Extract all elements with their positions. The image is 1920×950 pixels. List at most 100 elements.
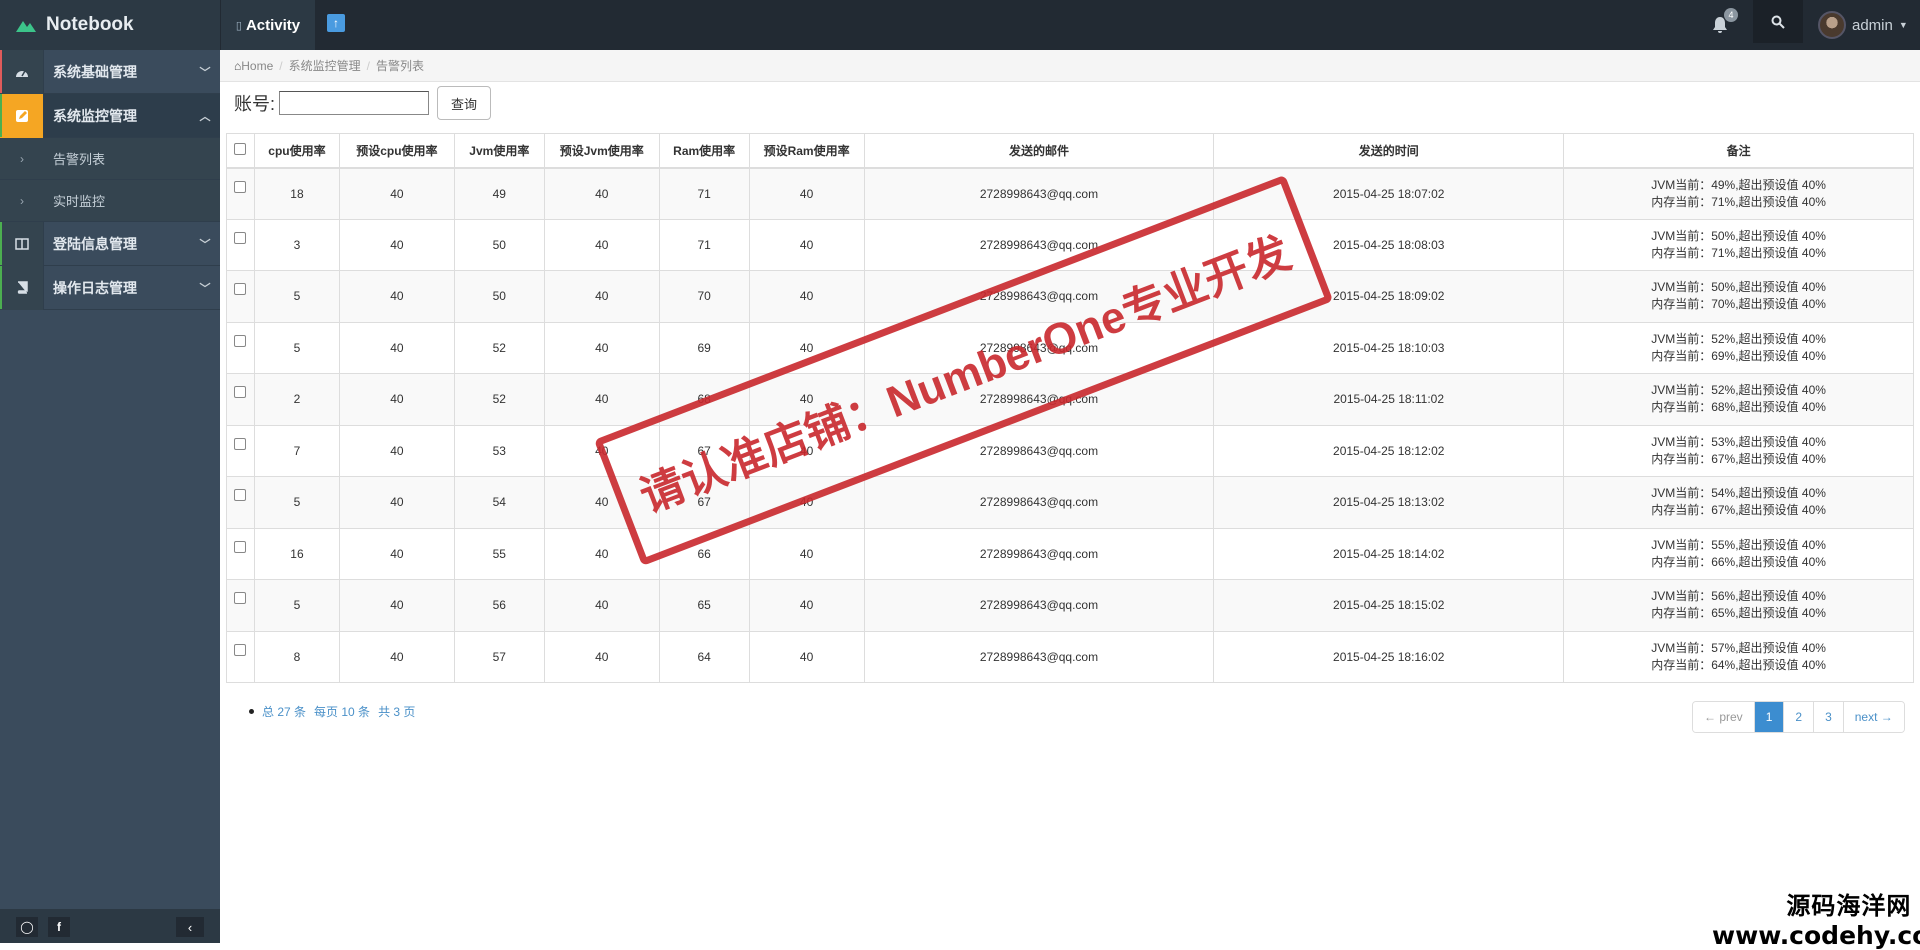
- search-icon: [1771, 15, 1785, 29]
- sidebar-item-label: 操作日志管理: [53, 279, 137, 296]
- row-select-cell: [226, 373, 255, 426]
- cell-email: 2728998643@qq.com: [863, 218, 1215, 271]
- row-checkbox[interactable]: [234, 643, 247, 656]
- chevron-right-icon: ›: [20, 151, 24, 166]
- table-row[interactable]: 5 40 52 40 69 40 2728998643@qq.com 2015-04-25 1…: [226, 321, 1914, 374]
- note-line: 内存当前：67%,超出预设值 40%: [1651, 503, 1826, 518]
- select-all-checkbox[interactable]: [234, 142, 247, 155]
- user-menu[interactable]: admin ▼: [1818, 0, 1908, 50]
- cell-cpu: 18: [253, 167, 340, 220]
- column-header[interactable]: 预设Ram使用率: [748, 133, 865, 169]
- collapse-sidebar-button[interactable]: ‹: [176, 917, 204, 937]
- tab-activity[interactable]: ▯ Activity: [221, 0, 315, 50]
- cell-ram: 67: [658, 476, 750, 529]
- row-checkbox[interactable]: [234, 489, 247, 501]
- search-button[interactable]: [1753, 0, 1803, 43]
- column-header[interactable]: 备注: [1563, 133, 1914, 169]
- row-checkbox[interactable]: [234, 180, 247, 193]
- column-header[interactable]: 发送的时间: [1213, 133, 1565, 169]
- column-header[interactable]: 发送的邮件: [863, 133, 1215, 169]
- account-label: 账号:: [234, 94, 276, 114]
- chat-icon[interactable]: ◯: [16, 917, 38, 937]
- table-row[interactable]: 5 40 54 40 67 40 2728998643@qq.com 2015-04-25 1…: [226, 476, 1914, 529]
- tab-activity-label: Activity: [245, 16, 301, 34]
- watermark-line2: www.codehy.com: [1712, 921, 1920, 950]
- site-watermark: 源码海洋网 www.codehy.com: [1712, 886, 1920, 950]
- sidebar-item-operation-log[interactable]: 操作日志管理 ﹀: [0, 265, 220, 310]
- row-checkbox[interactable]: [234, 437, 247, 450]
- cell-jvm: 57: [453, 630, 545, 683]
- row-select-cell: [226, 630, 255, 683]
- cell-note: JVM当前：55%,超出预设值 40% 内存当前：66%,超出预设值 40%: [1563, 527, 1914, 580]
- table-row[interactable]: 5 40 50 40 70 40 2728998643@qq.com 2015-04-25 1…: [226, 270, 1914, 323]
- cell-cpu-set: 40: [338, 167, 455, 220]
- sidebar-item-system-basic[interactable]: 系统基础管理 ﹀: [0, 49, 220, 94]
- brand-name: Notebook: [46, 14, 134, 35]
- sidebar-item-login-info[interactable]: 登陆信息管理 ﹀: [0, 221, 220, 266]
- row-checkbox[interactable]: [234, 386, 247, 398]
- cell-cpu-set: 40: [338, 270, 455, 323]
- cell-cpu: 3: [253, 218, 340, 271]
- table-row[interactable]: 7 40 53 40 67 40 2728998643@qq.com 2015-04-25 1…: [226, 424, 1914, 477]
- cell-jvm-set: 40: [543, 373, 660, 426]
- next-page-button[interactable]: next →: [1843, 702, 1904, 732]
- page-count: 共 3 页: [378, 705, 416, 719]
- sidebar-item-label: 告警列表: [53, 152, 106, 167]
- row-checkbox[interactable]: [234, 231, 247, 244]
- cell-ram: 69: [658, 321, 750, 374]
- cell-cpu-set: 40: [338, 527, 455, 580]
- page-button[interactable]: 3: [1814, 702, 1844, 732]
- cell-cpu: 5: [253, 321, 340, 374]
- note-line: JVM当前：50%,超出预设值 40%: [1651, 228, 1826, 243]
- column-header[interactable]: 预设Jvm使用率: [543, 133, 660, 169]
- breadcrumb-home[interactable]: Home: [241, 59, 273, 73]
- cell-jvm: 52: [453, 373, 545, 426]
- row-checkbox[interactable]: [234, 334, 247, 347]
- table-row[interactable]: 2 40 52 40 68 40 2728998643@qq.com 2015-04-25 1…: [226, 373, 1914, 426]
- brand[interactable]: Notebook: [0, 0, 220, 50]
- sidebar-item-system-monitor[interactable]: 系统监控管理 ︿: [0, 93, 220, 138]
- table-row[interactable]: 16 40 55 40 66 40 2728998643@qq.com 2015-04-25 …: [226, 527, 1914, 580]
- table-row[interactable]: 8 40 57 40 64 40 2728998643@qq.com 2015-04-25 1…: [226, 630, 1914, 683]
- sidebar-item-label: 系统监控管理: [53, 107, 137, 124]
- cell-note: JVM当前：49%,超出预设值 40% 内存当前：71%,超出预设值 40%: [1563, 167, 1914, 220]
- note-line: JVM当前：56%,超出预设值 40%: [1651, 589, 1826, 604]
- prev-page-button[interactable]: ← prev: [1693, 702, 1755, 732]
- row-checkbox[interactable]: [234, 592, 247, 604]
- sidebar-footer: ◯ f ‹: [0, 909, 220, 943]
- row-checkbox[interactable]: [234, 283, 247, 295]
- cell-email: 2728998643@qq.com: [863, 424, 1215, 477]
- facebook-icon[interactable]: f: [48, 917, 70, 937]
- cell-ram-set: 40: [748, 424, 865, 477]
- note-line: JVM当前：53%,超出预设值 40%: [1651, 434, 1826, 449]
- column-header[interactable]: 预设cpu使用率: [338, 133, 455, 169]
- sidebar-item-label: 系统基础管理: [53, 63, 137, 80]
- page-button[interactable]: 2: [1784, 702, 1815, 732]
- column-header[interactable]: cpu使用率: [253, 133, 340, 169]
- notifications-button[interactable]: 4: [1710, 8, 1740, 38]
- page-button[interactable]: 1: [1754, 702, 1785, 732]
- row-select-cell: [226, 167, 255, 220]
- cell-ram: 65: [658, 579, 750, 632]
- sidebar-item-label: 登陆信息管理: [53, 235, 137, 252]
- column-header[interactable]: Ram使用率: [658, 133, 750, 169]
- breadcrumb-section[interactable]: 系统监控管理: [289, 57, 361, 74]
- table-row[interactable]: 5 40 56 40 65 40 2728998643@qq.com 2015-04-25 1…: [226, 579, 1914, 632]
- table-row[interactable]: 3 40 50 40 71 40 2728998643@qq.com 2015-04-25 1…: [226, 218, 1914, 271]
- upload-icon[interactable]: ↑: [327, 14, 345, 32]
- home-icon: ⌂: [234, 58, 242, 73]
- account-input[interactable]: [279, 91, 430, 115]
- building-icon: ▯: [235, 19, 242, 32]
- column-header[interactable]: Jvm使用率: [453, 133, 545, 169]
- query-button[interactable]: 查询: [437, 86, 492, 120]
- row-checkbox[interactable]: [234, 540, 247, 553]
- row-select-cell: [226, 579, 255, 632]
- sidebar-item-alert-list[interactable]: › 告警列表: [0, 138, 220, 180]
- sidebar-item-realtime-monitor[interactable]: › 实时监控: [0, 180, 220, 222]
- pagination: ← prev 1 2 3 next →: [1692, 701, 1905, 733]
- book-icon: [0, 265, 44, 310]
- cell-time: 2015-04-25 18:12:02: [1213, 424, 1565, 477]
- cell-cpu-set: 40: [338, 630, 455, 683]
- table-row[interactable]: 18 40 49 40 71 40 2728998643@qq.com 2015-04-25 …: [226, 167, 1914, 220]
- chevron-right-icon: ›: [20, 193, 24, 208]
